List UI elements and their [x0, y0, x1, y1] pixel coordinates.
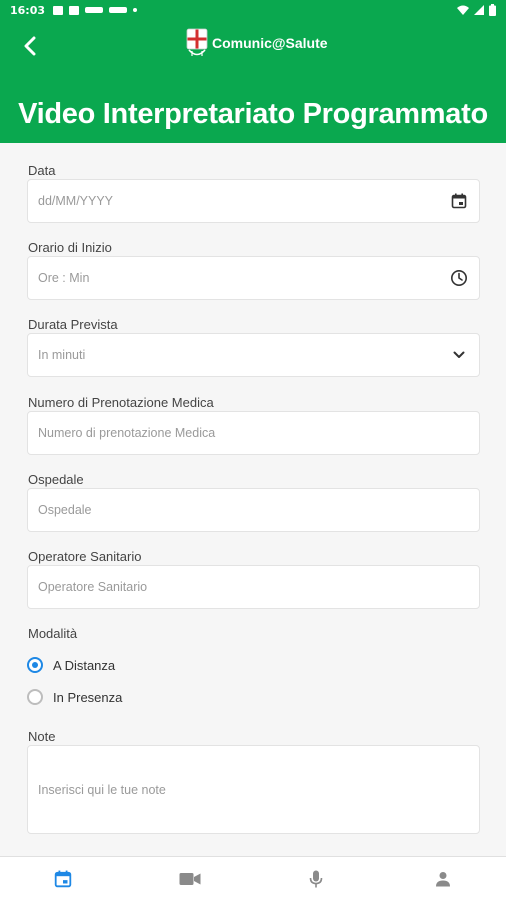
- radio-in-person-label: In Presenza: [53, 689, 123, 705]
- booking-number-label: Numero di Prenotazione Medica: [28, 395, 214, 410]
- notes-textarea[interactable]: Inserisci qui le tue note: [27, 745, 480, 834]
- mode-option-remote[interactable]: A Distanza: [27, 657, 115, 673]
- booking-number-input[interactable]: Numero di prenotazione Medica: [27, 411, 480, 455]
- calendar-icon[interactable]: [449, 191, 469, 211]
- radio-in-person[interactable]: [27, 689, 43, 705]
- voicemail-icon: [85, 7, 104, 13]
- clock-icon[interactable]: [449, 268, 469, 288]
- status-time: 16:03: [10, 3, 46, 17]
- chevron-down-icon: [449, 345, 469, 365]
- health-operator-label: Operatore Sanitario: [28, 549, 142, 564]
- radio-remote[interactable]: [27, 657, 43, 673]
- date-label: Data: [28, 163, 56, 178]
- battery-icon: [489, 4, 496, 16]
- health-operator-input[interactable]: Operatore Sanitario: [27, 565, 480, 609]
- status-bar: 16:03: [0, 0, 506, 20]
- brand: Comunic@Salute: [186, 28, 328, 58]
- start-time-placeholder: Ore : Min: [38, 271, 90, 285]
- more-notifications-icon: [133, 8, 138, 12]
- nav-microphone[interactable]: [253, 857, 380, 900]
- app-notification-icon: [69, 5, 80, 15]
- wifi-icon: [457, 5, 469, 15]
- video-icon: [179, 872, 201, 885]
- nav-calendar[interactable]: [0, 857, 127, 900]
- back-button[interactable]: [16, 32, 44, 60]
- chevron-left-icon: [24, 36, 36, 56]
- image-notification-icon: [53, 5, 64, 15]
- bottom-navigation: [0, 856, 506, 900]
- notification-icons: [53, 5, 138, 15]
- page-title: Video Interpretariato Programmato: [18, 98, 488, 130]
- cast-icon: [109, 7, 128, 13]
- app-name: Comunic@Salute: [212, 35, 328, 51]
- region-shield-logo: [186, 28, 208, 56]
- hospital-input[interactable]: Ospedale: [27, 488, 480, 532]
- start-time-label: Orario di Inizio: [28, 240, 112, 255]
- microphone-icon: [309, 870, 323, 887]
- mode-option-in-person[interactable]: In Presenza: [27, 689, 122, 705]
- mode-label: Modalità: [28, 626, 78, 641]
- notes-label: Note: [28, 729, 56, 744]
- hospital-placeholder: Ospedale: [38, 503, 92, 517]
- person-icon: [435, 871, 450, 886]
- signal-icon: [474, 5, 484, 15]
- date-field[interactable]: dd/MM/YYYY: [27, 179, 480, 223]
- duration-placeholder: In minuti: [38, 348, 86, 362]
- duration-label: Durata Prevista: [28, 317, 118, 332]
- radio-remote-label: A Distanza: [53, 657, 116, 673]
- nav-video[interactable]: [127, 857, 254, 900]
- date-placeholder: dd/MM/YYYY: [38, 194, 114, 208]
- calendar-icon: [55, 870, 72, 887]
- hospital-label: Ospedale: [28, 472, 84, 487]
- nav-profile[interactable]: [380, 857, 506, 900]
- health-operator-placeholder: Operatore Sanitario: [38, 580, 148, 594]
- start-time-field[interactable]: Ore : Min: [27, 256, 480, 300]
- duration-select[interactable]: In minuti: [27, 333, 480, 377]
- app-header: Comunic@Salute Video Interpretariato Pro…: [0, 20, 506, 143]
- booking-number-placeholder: Numero di prenotazione Medica: [38, 426, 216, 440]
- notes-placeholder: Inserisci qui le tue note: [38, 782, 166, 797]
